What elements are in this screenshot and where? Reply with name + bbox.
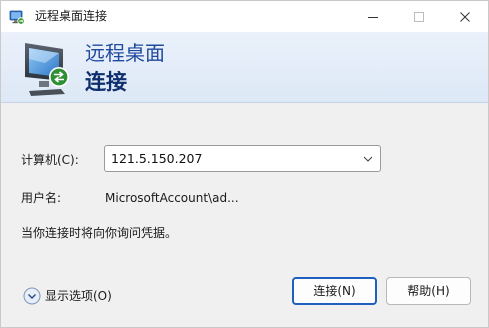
banner-subtitle: 连接 xyxy=(85,70,127,94)
computer-label: 计算机(C): xyxy=(21,153,79,167)
chevron-down-icon[interactable] xyxy=(363,155,373,163)
username-value: MicrosoftAccount\ad... xyxy=(105,191,239,205)
title-bar[interactable]: 远程桌面连接 xyxy=(1,1,488,32)
username-label: 用户名: xyxy=(21,191,62,205)
monitor-icon xyxy=(21,39,77,101)
window-title: 远程桌面连接 xyxy=(35,9,108,23)
header-banner: 远程桌面 连接 xyxy=(1,32,488,103)
minimize-button[interactable] xyxy=(350,1,396,32)
close-icon xyxy=(460,12,470,22)
connect-button[interactable]: 连接(N) xyxy=(292,277,377,305)
maximize-button xyxy=(396,1,442,32)
minimize-icon xyxy=(368,17,378,18)
computer-value[interactable]: 121.5.150.207 xyxy=(111,151,202,167)
credentials-hint: 当你连接时将向你询问凭据。 xyxy=(21,226,178,240)
help-button[interactable]: 帮助(H) xyxy=(386,277,471,305)
chevron-down-circle-icon[interactable] xyxy=(23,287,41,305)
close-button[interactable] xyxy=(442,1,488,32)
rdp-window: 远程桌面连接 远程桌面 连接 计算机(C): 121.5.150.207 用户名… xyxy=(0,0,489,328)
banner-title: 远程桌面 xyxy=(85,41,165,65)
show-options-label[interactable]: 显示选项(O) xyxy=(45,288,112,304)
remote-desktop-icon xyxy=(9,9,25,25)
computer-combobox[interactable]: 121.5.150.207 xyxy=(104,145,381,172)
maximize-icon xyxy=(414,12,424,22)
